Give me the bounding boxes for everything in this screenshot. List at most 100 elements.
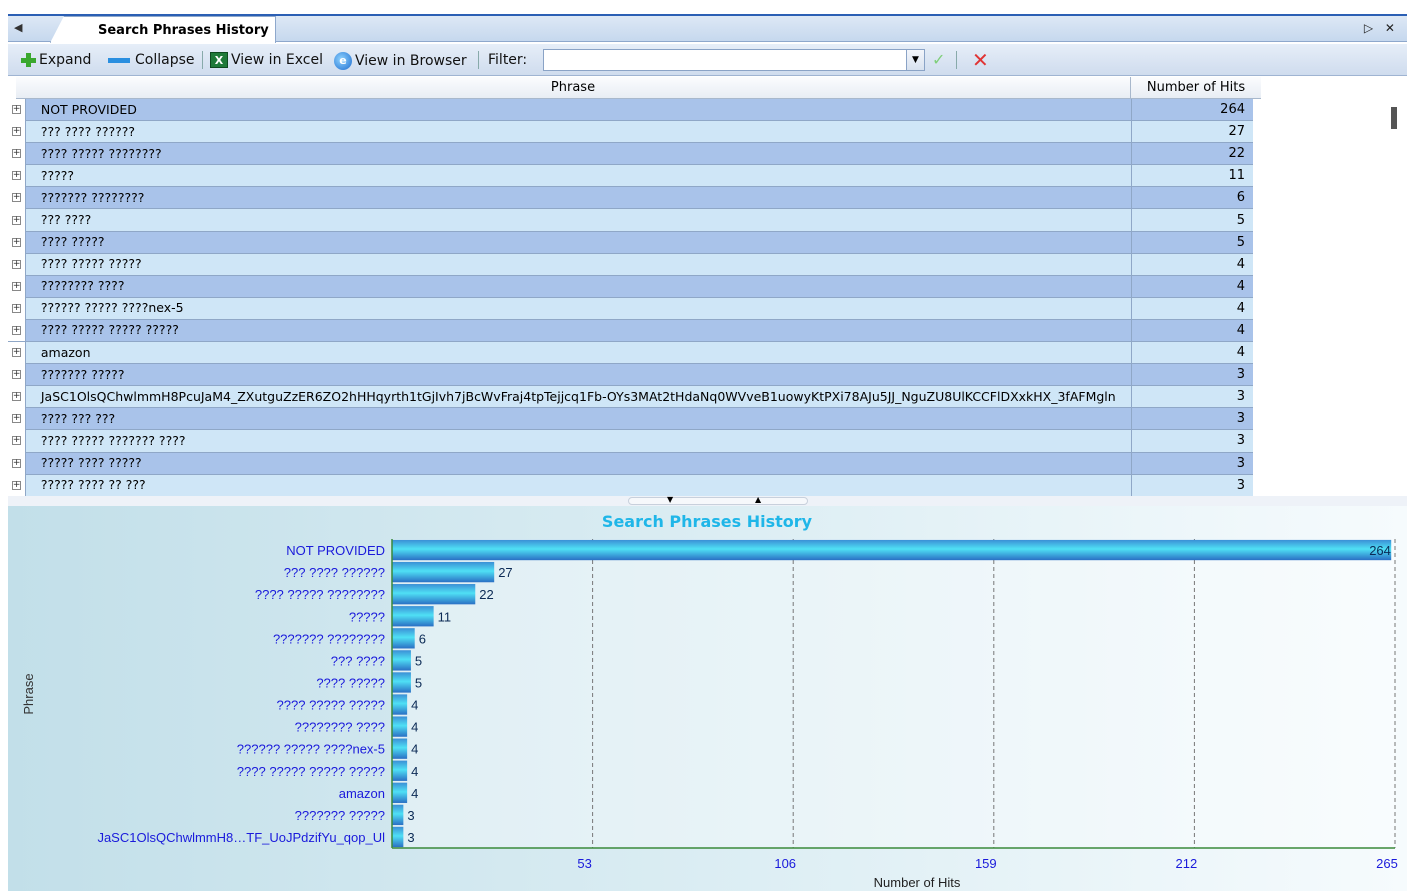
tab-scroll-left-icon[interactable]: ◀	[14, 21, 22, 34]
browser-icon: e	[334, 52, 352, 70]
expand-row-icon[interactable]: +	[8, 319, 26, 342]
chart-svg: 264 NOT PROVIDED 27 ??? ???? ?????? 22 ???? ?…	[21, 512, 1398, 890]
expand-row-icon[interactable]: +	[8, 407, 26, 430]
bar	[392, 650, 411, 671]
table-row[interactable]: + ???? ????? ??????? ???? 3	[8, 429, 1253, 453]
expand-row-icon[interactable]: +	[8, 231, 26, 254]
category-label: NOT PROVIDED	[286, 543, 385, 558]
column-header-phrase[interactable]: Phrase	[16, 77, 1131, 98]
hits-cell: 11	[1228, 168, 1245, 184]
view-in-excel-button[interactable]: X View in Excel	[210, 52, 323, 68]
table-row[interactable]: + ????? ???? ????? 3	[8, 452, 1253, 475]
chart-title: Search Phrases History	[602, 512, 813, 531]
expand-row-icon[interactable]: +	[8, 142, 26, 165]
panel-splitter[interactable]: ▼ ▲	[8, 495, 1407, 506]
expand-row-icon[interactable]: +	[8, 297, 26, 320]
data-label: 3	[407, 830, 414, 845]
phrase-cell: JaSC1OlsQChwlmmH8PcuJaM4_ZXutguZzER6ZO2h…	[37, 385, 1132, 408]
splitter-handle[interactable]: ▼ ▲	[628, 495, 808, 505]
table-row[interactable]: + ?????? ????? ????nex-5 4	[8, 297, 1253, 320]
phrase-cell: ??? ????	[37, 209, 1132, 232]
view-in-browser-button[interactable]: e View in Browser	[334, 52, 467, 70]
data-label: 27	[498, 565, 512, 580]
bar	[392, 694, 408, 715]
data-label: 22	[479, 587, 493, 602]
expand-row-icon[interactable]: +	[8, 209, 26, 232]
phrase-cell: ????? ???? ?? ???	[37, 474, 1132, 496]
phrase-cell: ??????? ????????	[37, 186, 1132, 209]
category-label: amazon	[339, 786, 385, 801]
table-row[interactable]: + ??????? ???????? 6	[8, 186, 1253, 210]
expand-row-icon[interactable]: +	[8, 341, 26, 364]
hits-cell: 3	[1236, 455, 1245, 471]
plus-icon	[20, 52, 36, 68]
table-row[interactable]: + ???? ????? 5	[8, 231, 1253, 254]
collapse-button[interactable]: Collapse	[108, 52, 195, 68]
table-row[interactable]: + ???? ??? ??? 3	[8, 407, 1253, 431]
hits-cell: 3	[1236, 389, 1245, 405]
chevron-down-icon[interactable]: ▼	[906, 50, 924, 70]
table-row[interactable]: +????? 11	[8, 164, 1253, 188]
expand-row-icon[interactable]: +	[8, 275, 26, 298]
table-row[interactable]: + ???? ????? ????? 4	[8, 253, 1253, 276]
table-row[interactable]: + amazon 4	[8, 341, 1253, 365]
y-axis-title: Phrase	[21, 673, 36, 714]
column-header-hits[interactable]: Number of Hits	[1131, 77, 1261, 98]
category-label: ???? ????? ????????	[255, 587, 385, 602]
phrase-cell: ???? ??? ???	[37, 407, 1132, 430]
phrase-cell: ???? ????? ?????	[37, 253, 1132, 276]
bar	[392, 672, 411, 693]
table-row[interactable]: + ???????? ???? 4	[8, 275, 1253, 298]
table-row[interactable]: + ??? ???? 5	[8, 209, 1253, 232]
clear-filter-icon[interactable]: ✕	[972, 48, 989, 72]
category-label: JaSC1OlsQChwlmmH8…TF_UoJPdzifYu_qop_Ul	[97, 830, 385, 845]
apply-filter-icon[interactable]: ✓	[932, 50, 945, 69]
toolbar-separator	[202, 51, 203, 69]
data-label: 4	[411, 742, 418, 757]
hits-cell: 4	[1236, 345, 1245, 361]
table-row[interactable]: + ??????? ????? 3	[8, 363, 1253, 387]
vertical-scrollbar[interactable]	[1388, 77, 1403, 496]
collapse-up-icon[interactable]: ▲	[755, 495, 761, 504]
tab-close-icon[interactable]: ▷ ✕	[1364, 21, 1399, 35]
x-tick-label: 106	[774, 856, 796, 871]
bar	[392, 628, 415, 649]
table-row[interactable]: + ???? ????? ???????? 22	[8, 142, 1253, 166]
expand-row-icon[interactable]: +	[8, 474, 26, 496]
data-label: 5	[415, 675, 422, 690]
expand-row-icon[interactable]: +	[8, 253, 26, 276]
table-row[interactable]: + ???? ????? ????? ????? 4	[8, 319, 1253, 343]
category-label: ???? ?????	[316, 675, 385, 690]
expand-row-icon[interactable]: +	[8, 164, 26, 187]
x-tick-label: 53	[577, 856, 591, 871]
minus-icon	[108, 57, 130, 63]
expand-row-icon[interactable]: +	[8, 98, 26, 121]
table-row[interactable]: + ????? ???? ?? ??? 3	[8, 474, 1253, 496]
table-row[interactable]: + NOT PROVIDED 264	[8, 98, 1253, 122]
table-row[interactable]: + JaSC1OlsQChwlmmH8PcuJaM4_ZXutguZzER6ZO2…	[8, 385, 1253, 409]
expand-row-icon[interactable]: +	[8, 363, 26, 386]
collapse-down-icon[interactable]: ▼	[667, 495, 673, 504]
tab-search-phrases-history[interactable]: Search Phrases History	[50, 16, 276, 43]
expand-row-icon[interactable]: +	[8, 385, 26, 408]
hits-cell: 3	[1236, 411, 1245, 427]
expand-row-icon[interactable]: +	[8, 120, 26, 143]
expand-button[interactable]: Expand	[20, 52, 91, 68]
excel-icon: X	[210, 52, 228, 68]
scrollbar-thumb[interactable]	[1391, 107, 1397, 129]
phrase-cell: NOT PROVIDED	[37, 98, 1132, 121]
expand-row-icon[interactable]: +	[8, 186, 26, 209]
category-label: ?????? ????? ????nex-5	[237, 742, 385, 757]
phrase-cell: ???? ????? ????? ?????	[37, 319, 1132, 342]
expand-row-icon[interactable]: +	[8, 452, 26, 475]
phrase-cell: ?????? ????? ????nex-5	[37, 297, 1132, 320]
bar	[392, 606, 434, 627]
filter-combobox[interactable]: ▼	[543, 49, 925, 71]
data-label: 6	[419, 631, 426, 646]
expand-row-icon[interactable]: +	[8, 429, 26, 452]
grid-rows: + NOT PROVIDED 264 + ??? ???? ?????? 27 + ???? …	[8, 98, 1253, 496]
table-row[interactable]: + ??? ???? ?????? 27	[8, 120, 1253, 144]
hits-chart: 264 NOT PROVIDED 27 ??? ???? ?????? 22 ???? ?…	[8, 506, 1407, 891]
bar	[392, 716, 408, 737]
hits-cell: 4	[1236, 300, 1245, 316]
